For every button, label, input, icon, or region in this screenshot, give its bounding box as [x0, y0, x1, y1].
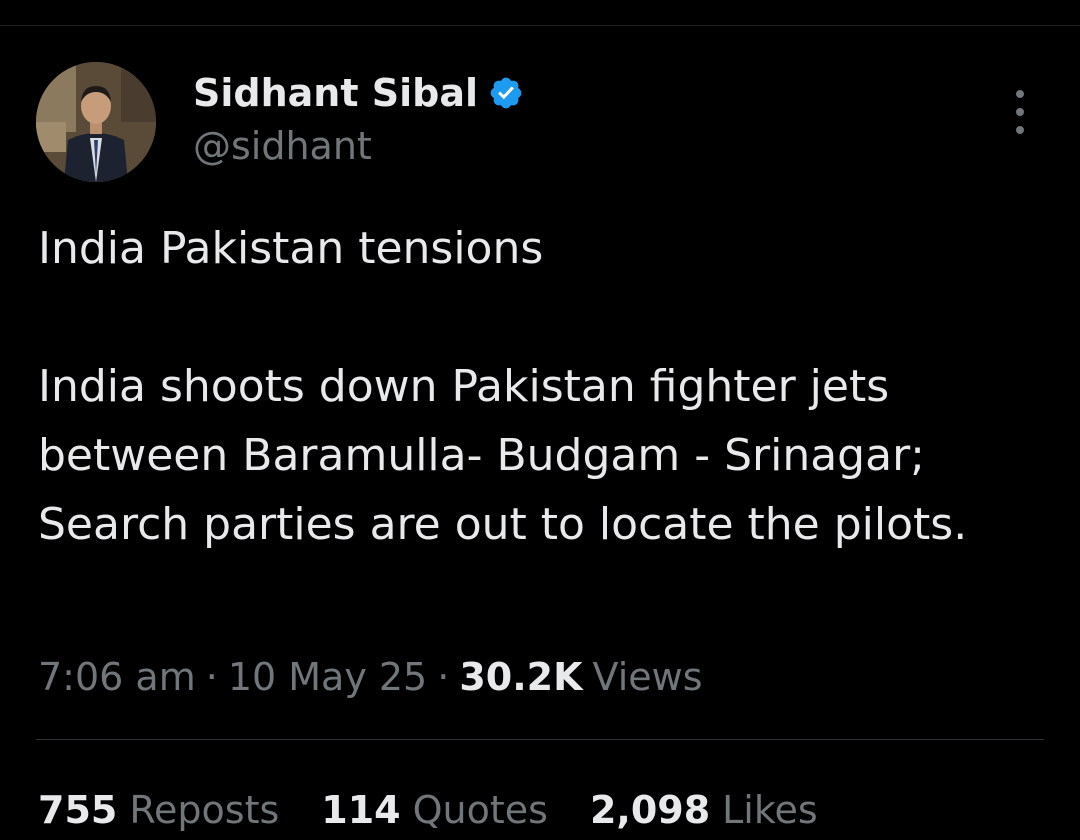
- tweet-paragraph: India shoots down Pakistan fighter jets …: [38, 361, 968, 550]
- likes-count: 2,098: [589, 788, 711, 832]
- verified-badge-icon[interactable]: [488, 75, 524, 111]
- more-dot: [1016, 108, 1024, 116]
- quotes-label: Quotes: [412, 788, 548, 832]
- likes-stat[interactable]: 2,098 Likes: [590, 788, 818, 832]
- views-count[interactable]: 30.2K: [459, 655, 582, 699]
- top-divider: [0, 25, 1080, 26]
- tweet-text: India Pakistan tensions India shoots dow…: [38, 214, 1048, 559]
- avatar-photo: [36, 62, 156, 182]
- avatar[interactable]: [36, 62, 156, 182]
- quotes-count: 114: [321, 788, 401, 832]
- quotes-stat[interactable]: 114 Quotes: [321, 788, 548, 832]
- engagement-stats: 755 Reposts 114 Quotes 2,098 Likes: [38, 784, 860, 836]
- more-options-icon[interactable]: [1006, 90, 1034, 134]
- tweet-meta: 7:06 am · 10 May 25 · 30.2K Views: [38, 652, 703, 702]
- more-dot: [1016, 126, 1024, 134]
- more-dot: [1016, 90, 1024, 98]
- author-handle[interactable]: @sidhant: [193, 124, 372, 168]
- tweet-date[interactable]: 10 May 25: [228, 655, 427, 699]
- meta-separator: ·: [205, 655, 218, 699]
- tweet-time[interactable]: 7:06 am: [38, 655, 196, 699]
- views-label: Views: [592, 655, 703, 699]
- author-display-name[interactable]: Sidhant Sibal: [193, 71, 478, 115]
- stats-divider: [36, 739, 1044, 740]
- reposts-label: Reposts: [129, 788, 280, 832]
- reposts-count: 755: [38, 788, 118, 832]
- meta-separator: ·: [437, 655, 450, 699]
- author-name-row: Sidhant Sibal: [193, 70, 524, 116]
- reposts-stat[interactable]: 755 Reposts: [38, 788, 279, 832]
- tweet-paragraph: India Pakistan tensions: [38, 223, 544, 274]
- likes-label: Likes: [722, 788, 818, 832]
